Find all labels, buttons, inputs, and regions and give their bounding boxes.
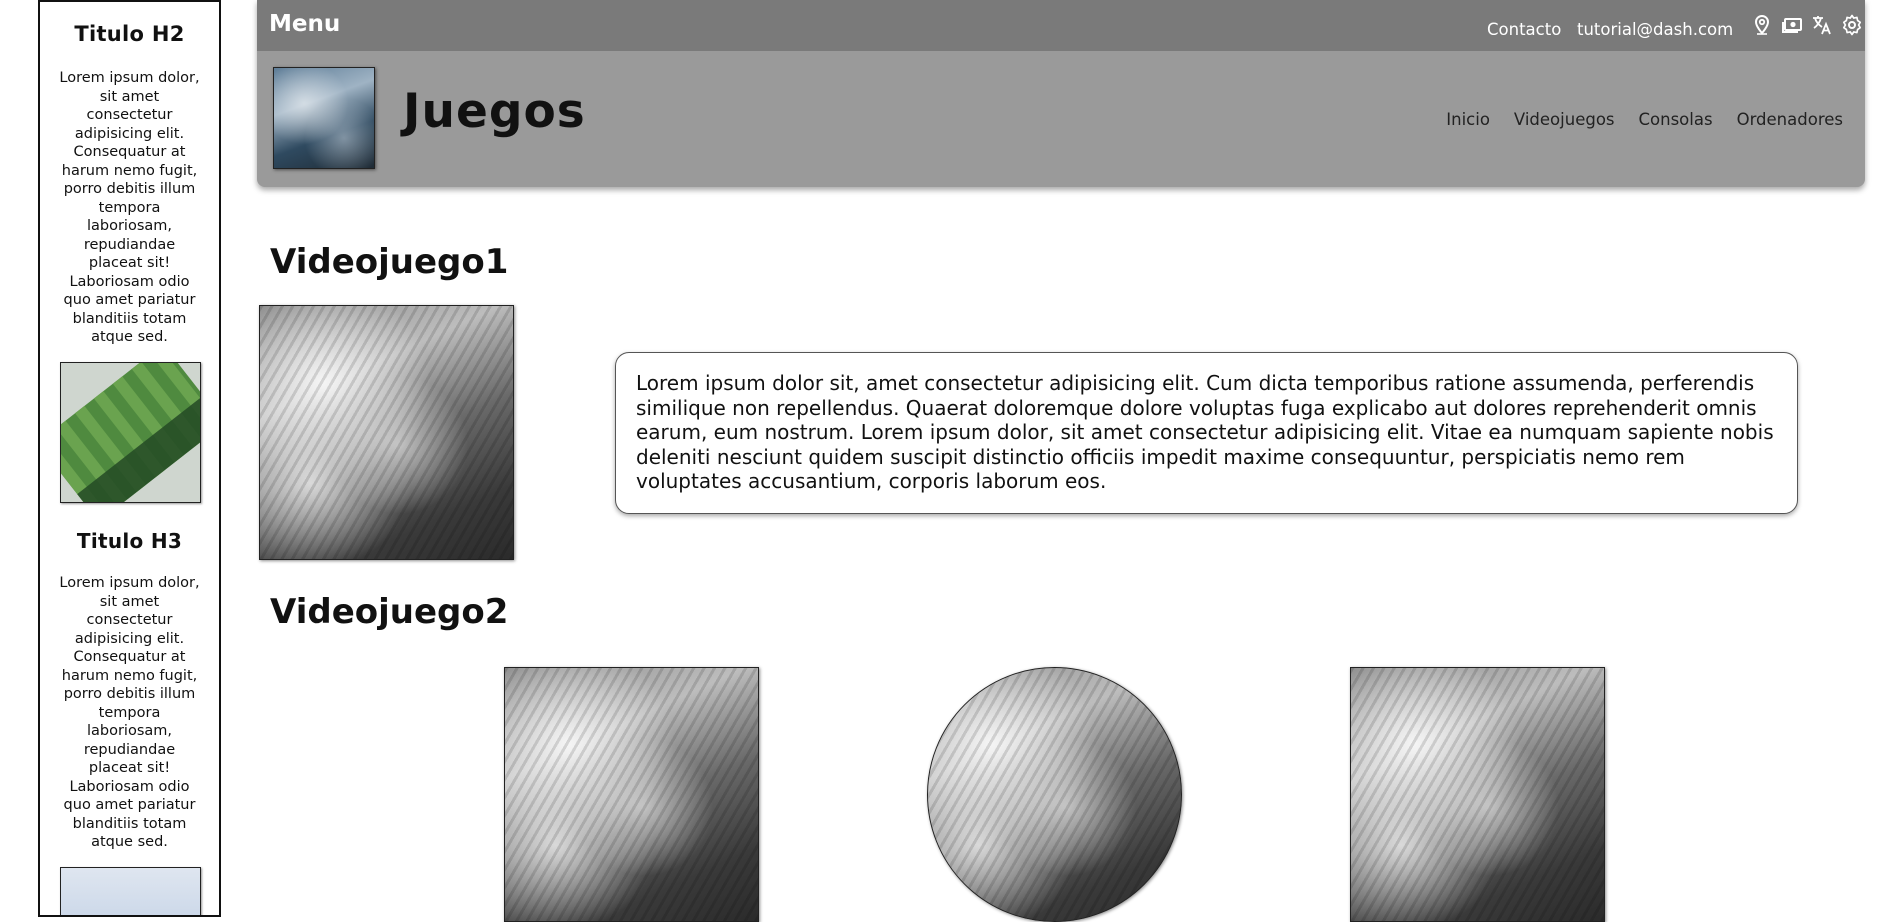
sidebar-text-2: Lorem ipsum dolor, sit amet consectetur … [59,575,200,850]
top-icons [1750,13,1864,37]
main-nav: Inicio Videojuegos Consolas Ordenadores [1446,110,1843,129]
section-title-2: Videojuego2 [270,592,509,632]
nav-videojuegos[interactable]: Videojuegos [1514,110,1615,129]
forest-image-1 [259,305,514,560]
menu-button[interactable]: Menu [269,11,340,37]
sidebar-text-1: Lorem ipsum dolor, sit amet consectetur … [59,70,200,345]
sky-image [60,867,201,915]
sidebar-title-h2: Titulo H2 [74,22,185,46]
description-card: Lorem ipsum dolor sit, amet consectetur … [615,352,1798,514]
forest-image-round [927,667,1182,922]
nav-inicio[interactable]: Inicio [1446,110,1490,129]
site-header: Menu Contacto tutorial@dash.com Juegos I… [257,0,1865,187]
stadium-image [60,362,201,503]
location-icon[interactable] [1750,13,1774,37]
sidebar: Titulo H2 Lorem ipsum dolor, sit amet co… [38,0,221,917]
translate-icon[interactable] [1810,13,1834,37]
nav-ordenadores[interactable]: Ordenadores [1737,110,1843,129]
logo-image[interactable] [273,67,375,169]
email-link[interactable]: tutorial@dash.com [1577,20,1733,39]
site-title: Juegos [403,84,586,139]
contact-link[interactable]: Contacto [1487,20,1561,39]
settings-icon[interactable] [1840,13,1864,37]
money-icon[interactable] [1780,13,1804,37]
sidebar-title-h3: Titulo H3 [76,529,183,553]
section-title-1: Videojuego1 [270,242,509,282]
top-bar: Menu Contacto tutorial@dash.com [257,0,1865,51]
nav-consolas[interactable]: Consolas [1639,110,1713,129]
forest-image-3 [1350,667,1605,922]
forest-image-2 [504,667,759,922]
